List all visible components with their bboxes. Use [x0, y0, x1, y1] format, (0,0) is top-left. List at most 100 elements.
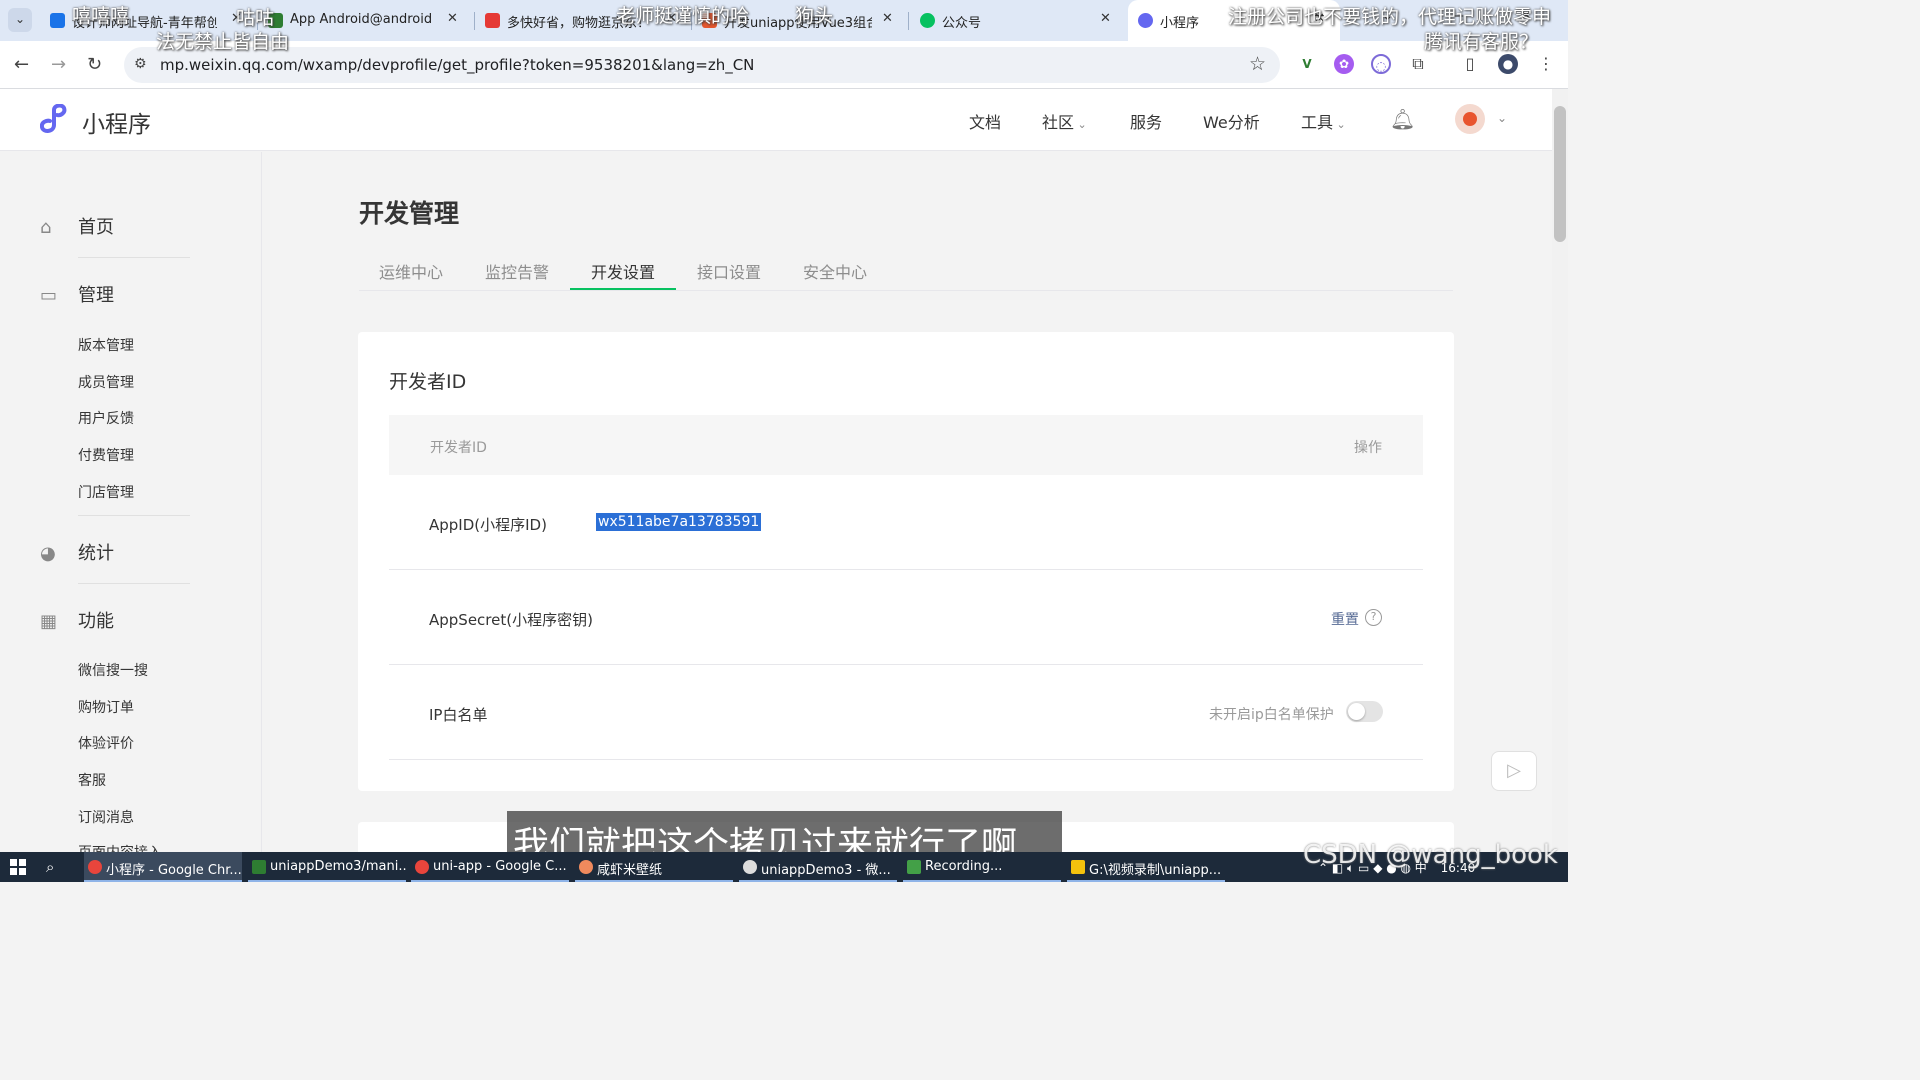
nav-docs[interactable]: 文档: [969, 109, 1001, 133]
profile-avatar-icon[interactable]: ●: [1498, 54, 1518, 74]
table-row-appsecret: AppSecret(小程序密钥) 重置 ?: [389, 570, 1423, 665]
sidebar-item-feedback[interactable]: 用户反馈: [78, 408, 134, 428]
tab-api-settings[interactable]: 接口设置: [697, 259, 761, 283]
taskbar-app-recording[interactable]: Recording...: [903, 852, 1061, 882]
sub-tabs: 运维中心 监控告警 开发设置 接口设置 安全中心: [359, 250, 1453, 291]
extension-v-icon[interactable]: V: [1297, 54, 1317, 74]
nav-services[interactable]: 服务: [1130, 109, 1162, 133]
ip-whitelist-status: 未开启ip白名单保护: [1209, 707, 1334, 723]
sidebar-item-label: 首页: [78, 217, 114, 238]
tab-favicon-icon: [50, 13, 65, 28]
sidebar-item-stats[interactable]: ◕ 统计: [40, 539, 114, 565]
bookmark-star-icon[interactable]: ☆: [1249, 53, 1266, 75]
taskbar-label: uniappDemo3/mani...: [270, 859, 406, 874]
tab-ops-center[interactable]: 运维中心: [379, 259, 443, 283]
taskbar-app-explorer[interactable]: G:\视频录制\uniapp...: [1067, 852, 1225, 882]
sidebar-item-customer-service[interactable]: 客服: [78, 770, 106, 790]
taskbar-app-chrome-miniprogram[interactable]: 小程序 - Google Chr...: [84, 852, 242, 882]
tab-monitoring[interactable]: 监控告警: [485, 259, 549, 283]
reload-icon[interactable]: ↻: [87, 54, 102, 75]
chrome-icon: [415, 860, 429, 874]
tab-search-chevron-icon[interactable]: ⌄: [8, 8, 32, 32]
sidebar-item-subscribe-msg[interactable]: 订阅消息: [78, 807, 134, 827]
forward-arrow-icon[interactable]: →: [51, 54, 66, 75]
help-question-icon[interactable]: ?: [1365, 609, 1382, 626]
pie-chart-icon: ◕: [40, 543, 56, 564]
nav-tools-label: 工具: [1301, 113, 1334, 132]
ip-whitelist-toggle[interactable]: [1346, 701, 1383, 722]
tab-favicon-icon: [1138, 13, 1153, 28]
sidebar-item-features[interactable]: ▦ 功能: [40, 607, 114, 633]
sidebar-item-home[interactable]: ⌂ 首页: [40, 213, 114, 239]
table-row-ip-whitelist: IP白名单 未开启ip白名单保护: [389, 665, 1423, 760]
site-settings-icon[interactable]: ⚙: [134, 56, 147, 72]
nav-we-analysis[interactable]: We分析: [1203, 109, 1260, 133]
chevron-down-icon[interactable]: ⌄: [1497, 111, 1507, 125]
miniprogram-logo-icon: [40, 104, 67, 133]
sidebar-item-manage[interactable]: ▭ 管理: [40, 281, 114, 307]
card-title: 开发者ID: [389, 371, 467, 393]
extension-circle-icon[interactable]: ◌: [1371, 54, 1391, 74]
omnibox[interactable]: ⚙ mp.weixin.qq.com/wxamp/devprofile/get_…: [124, 47, 1280, 83]
browser-tab[interactable]: App Android@android | ✕: [268, 0, 463, 41]
back-arrow-icon[interactable]: ←: [14, 54, 29, 75]
tab-dev-settings[interactable]: 开发设置: [591, 259, 655, 283]
nav-community-label: 社区: [1042, 113, 1075, 132]
taskbar-label: uniappDemo3 - 微...: [761, 863, 891, 878]
float-play-icon[interactable]: ▷: [1491, 751, 1537, 791]
taskbar-app-wechat-devtools[interactable]: uniappDemo3 - 微...: [739, 852, 897, 882]
taskbar-label: G:\视频录制\uniapp...: [1089, 863, 1222, 878]
danmaku-comment: 老师挺谨慎的哈: [616, 5, 750, 27]
windows-start-icon[interactable]: [10, 859, 26, 875]
column-header-action: 操作: [1354, 440, 1382, 456]
extensions-puzzle-icon[interactable]: ⧉: [1408, 54, 1428, 74]
grid-icon: ▦: [40, 611, 58, 632]
sidebar-item-version[interactable]: 版本管理: [78, 335, 134, 355]
active-tab-indicator: [570, 288, 676, 290]
sidebar-item-stores[interactable]: 门店管理: [78, 482, 134, 502]
danmaku-comment: 咕咕: [236, 7, 275, 29]
sidepanel-icon[interactable]: ▯: [1460, 54, 1480, 74]
hbuilder-icon: [252, 860, 266, 874]
scrollbar-thumb[interactable]: [1554, 106, 1566, 242]
csdn-watermark: CSDN @wang_book: [1303, 840, 1558, 870]
taskbar-app-wallpaper[interactable]: 咸虾米壁纸: [575, 852, 733, 882]
danmaku-comment: 狗头: [795, 5, 834, 27]
reset-secret-link[interactable]: 重置: [1331, 609, 1359, 629]
table-header: 开发者ID 操作: [389, 415, 1423, 475]
nav-community[interactable]: 社区 ⌄: [1042, 109, 1087, 133]
tab-close-icon[interactable]: ✕: [1100, 11, 1111, 26]
tab-close-icon[interactable]: ✕: [447, 11, 458, 26]
page-header: 小程序 文档 社区 ⌄ 服务 We分析 工具 ⌄ 🔔︎ ⌄: [0, 89, 1552, 151]
chevron-down-icon: ⌄: [1074, 118, 1087, 131]
folder-icon: [1071, 860, 1085, 874]
sidebar-item-orders[interactable]: 购物订单: [78, 697, 134, 717]
sidebar-item-label: 管理: [78, 285, 114, 306]
tab-favicon-icon: [920, 13, 935, 28]
taskbar-search-icon[interactable]: ⌕: [46, 858, 54, 876]
taskbar-app-chrome-uniapp[interactable]: uni-app - Google C...: [411, 852, 569, 882]
danmaku-comment: 腾讯有客服？: [1424, 31, 1539, 53]
column-header-name: 开发者ID: [430, 440, 487, 456]
appid-value[interactable]: wx511abe7a13783591: [596, 513, 762, 531]
account-avatar[interactable]: [1455, 104, 1485, 134]
url-text[interactable]: mp.weixin.qq.com/wxamp/devprofile/get_pr…: [160, 56, 754, 74]
chevron-down-icon: ⌄: [1333, 118, 1346, 131]
tab-title: App Android@android |: [290, 12, 435, 27]
sidebar-item-reviews[interactable]: 体验评价: [78, 733, 134, 753]
chrome-menu-icon[interactable]: ⋮: [1536, 54, 1556, 74]
sidebar-item-members[interactable]: 成员管理: [78, 372, 134, 392]
extension-purple-icon[interactable]: ✿: [1334, 54, 1354, 74]
bell-icon[interactable]: 🔔︎: [1390, 107, 1415, 131]
tab-close-icon[interactable]: ✕: [882, 11, 893, 26]
sidebar-item-payment[interactable]: 付费管理: [78, 445, 134, 465]
logo-text: 小程序: [82, 112, 151, 138]
developer-id-card: 开发者ID 开发者ID 操作 AppID(小程序ID) wx511abe7a13…: [358, 332, 1454, 791]
tab-security-center[interactable]: 安全中心: [803, 259, 867, 283]
taskbar-app-hbuilder[interactable]: uniappDemo3/mani...: [248, 852, 406, 882]
sidebar-item-wechat-search[interactable]: 微信搜一搜: [78, 660, 148, 680]
danmaku-comment: 法无禁止皆自由: [156, 31, 290, 53]
browser-tab[interactable]: 公众号 ✕: [920, 0, 1116, 41]
tab-title: 公众号: [942, 16, 982, 31]
nav-tools[interactable]: 工具 ⌄: [1301, 109, 1346, 133]
